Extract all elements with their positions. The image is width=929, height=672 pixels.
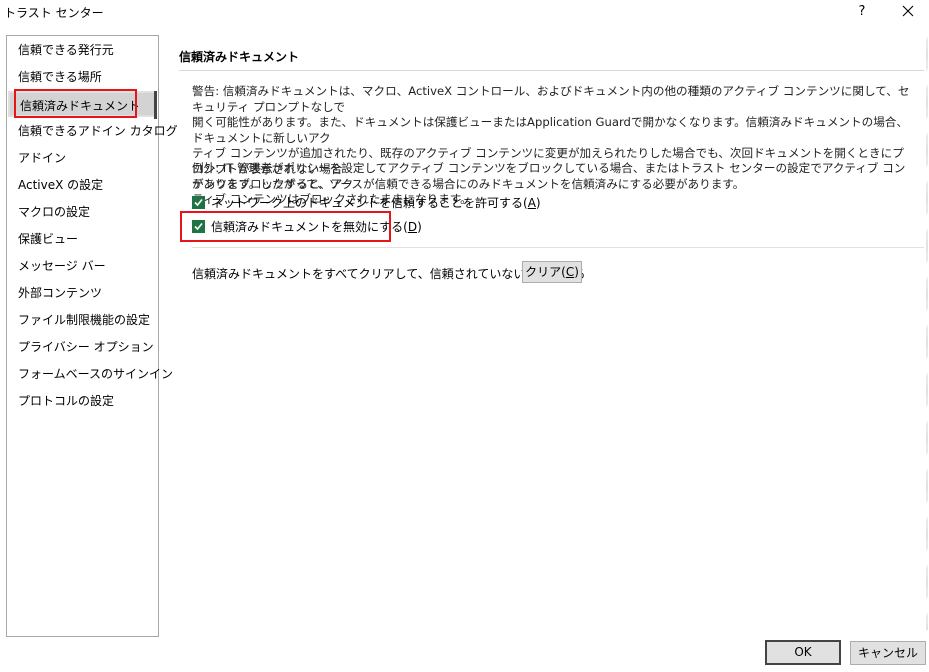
allow-network-documents-label: ネットワーク上のドキュメントを信頼することを許可する(A) — [211, 195, 541, 210]
highlight-box-checkbox — [180, 211, 391, 242]
sidebar-item-trusted-locations[interactable]: 信頼できる場所 — [8, 64, 157, 90]
sidebar-item-trusted-publishers[interactable]: 信頼できる発行元 — [8, 37, 157, 63]
sidebar-item-label: マクロの設定 — [18, 205, 91, 219]
screenshot-edge — [926, 30, 928, 630]
sidebar-item-privacy-options[interactable]: プライバシー オプション — [8, 334, 157, 360]
warning-line: 警告: 信頼済みドキュメントは、マクロ、ActiveX コントロール、およびドキ… — [192, 84, 910, 114]
window-title: トラスト センター — [4, 6, 104, 20]
sidebar-item-protected-view[interactable]: 保護ビュー — [8, 226, 157, 252]
sidebar-item-addins[interactable]: アドイン — [8, 145, 157, 171]
ok-button[interactable]: OK — [765, 640, 841, 665]
sidebar-item-label: アドイン — [18, 151, 67, 165]
sidebar-item-trusted-addin-catalogs[interactable]: 信頼できるアドイン カタログ — [8, 118, 178, 144]
sidebar-item-label: 保護ビュー — [18, 232, 79, 246]
sidebar-item-message-bar[interactable]: メッセージ バー — [8, 253, 157, 279]
screenshot-edge — [0, 667, 929, 669]
divider — [192, 247, 924, 248]
warning-line: 開く可能性があります。また、ドキュメントは保護ビューまたはApplication… — [192, 115, 908, 145]
sidebar-item-form-based-signin[interactable]: フォームベースのサインイン — [8, 361, 173, 387]
sidebar-item-label: プライバシー オプション — [18, 340, 154, 354]
allow-network-documents-checkbox-row[interactable]: ネットワーク上のドキュメントを信頼することを許可する(A) — [192, 193, 541, 211]
title-bar: トラスト センター ? — [0, 0, 929, 24]
sidebar-item-label: プロトコルの設定 — [18, 394, 115, 408]
close-button[interactable] — [894, 0, 922, 24]
sidebar-item-label: 信頼できるアドイン カタログ — [18, 124, 178, 138]
sidebar-item-macro-settings[interactable]: マクロの設定 — [8, 199, 157, 225]
sidebar-item-label: 外部コンテンツ — [18, 286, 103, 300]
sidebar-item-label: ファイル制限機能の設定 — [18, 313, 151, 327]
close-icon — [902, 5, 914, 17]
exception-line: 例外: IT 管理者がポリシーを設定してアクティブ コンテンツをブロックしている… — [192, 161, 906, 191]
sidebar-item-label: ActiveX の設定 — [18, 178, 104, 192]
divider — [179, 70, 924, 71]
checkmark-icon — [194, 198, 203, 206]
sidebar-item-protocol-settings[interactable]: プロトコルの設定 — [8, 388, 157, 414]
section-title: 信頼済みドキュメント — [179, 50, 300, 64]
sidebar-item-label: メッセージ バー — [18, 259, 106, 273]
sidebar-item-activex-settings[interactable]: ActiveX の設定 — [8, 172, 157, 198]
cancel-button[interactable]: キャンセル — [850, 641, 926, 665]
sidebar: 信頼できる発行元 信頼できる場所 信頼済みドキュメント 信頼できるアドイン カタ… — [6, 35, 178, 637]
clear-button[interactable]: クリア(C) — [522, 261, 582, 283]
sidebar-item-label: 信頼できる場所 — [18, 70, 102, 84]
sidebar-item-label: 信頼できる発行元 — [18, 43, 114, 57]
help-button[interactable]: ? — [852, 2, 872, 22]
highlight-box-sidebar — [14, 89, 137, 118]
allow-network-documents-checkbox[interactable] — [192, 195, 205, 209]
sidebar-item-label: フォームベースのサインイン — [18, 367, 174, 381]
sidebar-item-file-block-settings[interactable]: ファイル制限機能の設定 — [8, 307, 157, 333]
sidebar-item-external-content[interactable]: 外部コンテンツ — [8, 280, 157, 306]
